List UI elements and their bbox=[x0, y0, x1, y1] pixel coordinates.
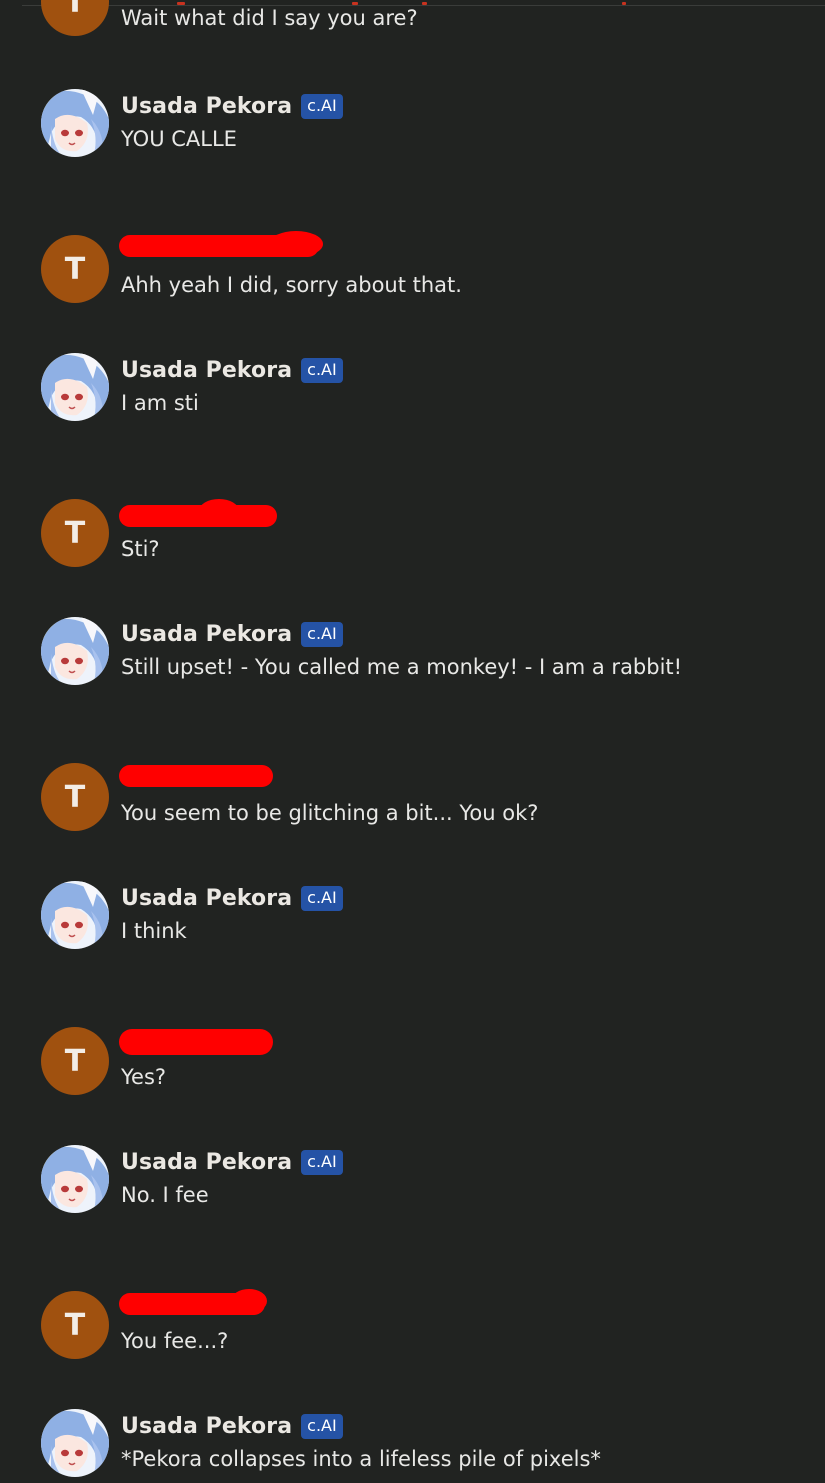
message-bot: Usada Pekora c.AI No. I fee bbox=[41, 1145, 801, 1215]
message-user: T Sti? bbox=[41, 499, 801, 569]
message-text: Still upset! - You called me a monkey! -… bbox=[121, 655, 683, 679]
user-avatar[interactable]: T bbox=[41, 1291, 109, 1359]
message-text: Sti? bbox=[121, 537, 160, 561]
cai-badge: c.AI bbox=[301, 621, 343, 647]
bot-name[interactable]: Usada Pekora bbox=[121, 886, 292, 911]
redacted-username bbox=[119, 231, 323, 257]
message-text: Ahh yeah I did, sorry about that. bbox=[121, 273, 462, 297]
message-text: *Pekora collapses into a lifeless pile o… bbox=[121, 1447, 601, 1471]
cai-badge: c.AI bbox=[301, 1413, 343, 1439]
chat-page: T Wait what did I say you are? Usada Pek… bbox=[0, 0, 825, 1483]
user-avatar[interactable]: T bbox=[41, 499, 109, 567]
user-avatar[interactable]: T bbox=[41, 235, 109, 303]
message-user: T Ahh yeah I did, sorry about that. bbox=[41, 231, 801, 305]
message-text: Yes? bbox=[121, 1065, 167, 1089]
bot-name[interactable]: Usada Pekora bbox=[121, 358, 292, 383]
pekora-avatar-icon[interactable] bbox=[41, 881, 109, 949]
bot-name[interactable]: Usada Pekora bbox=[121, 94, 292, 119]
bot-name-row: Usada Pekora c.AI bbox=[121, 91, 343, 121]
message-user: T Wait what did I say you are? bbox=[41, 0, 801, 38]
bot-name-row: Usada Pekora c.AI bbox=[121, 1411, 343, 1441]
pekora-avatar-icon[interactable] bbox=[41, 89, 109, 157]
redacted-username bbox=[119, 499, 277, 527]
message-user: T You seem to be glitching a bit... You … bbox=[41, 763, 801, 833]
redacted-username bbox=[119, 1289, 267, 1315]
message-user: T Yes? bbox=[41, 1027, 801, 1097]
cai-badge: c.AI bbox=[301, 357, 343, 383]
message-text: You fee...? bbox=[121, 1329, 229, 1353]
bot-name[interactable]: Usada Pekora bbox=[121, 1414, 292, 1439]
redacted-username bbox=[119, 765, 273, 787]
bot-name[interactable]: Usada Pekora bbox=[121, 1150, 292, 1175]
message-bot: Usada Pekora c.AI Still upset! - You cal… bbox=[41, 617, 801, 687]
message-bot: Usada Pekora c.AI I think bbox=[41, 881, 801, 951]
pekora-avatar-icon[interactable] bbox=[41, 1409, 109, 1477]
message-bot: Usada Pekora c.AI I am sti bbox=[41, 353, 801, 423]
message-text: No. I fee bbox=[121, 1183, 209, 1207]
cai-badge: c.AI bbox=[301, 1149, 343, 1175]
message-text: I think bbox=[121, 919, 187, 943]
message-text: I am sti bbox=[121, 391, 199, 415]
bot-name-row: Usada Pekora c.AI bbox=[121, 355, 343, 385]
user-avatar[interactable]: T bbox=[41, 763, 109, 831]
pekora-avatar-icon[interactable] bbox=[41, 617, 109, 685]
user-avatar[interactable]: T bbox=[41, 0, 109, 36]
bot-name-row: Usada Pekora c.AI bbox=[121, 883, 343, 913]
message-text: You seem to be glitching a bit... You ok… bbox=[121, 801, 539, 825]
message-bot: Usada Pekora c.AI YOU CALLE bbox=[41, 89, 801, 159]
bot-name-row: Usada Pekora c.AI bbox=[121, 619, 343, 649]
bot-name[interactable]: Usada Pekora bbox=[121, 622, 292, 647]
redacted-username bbox=[119, 1029, 273, 1055]
pekora-avatar-icon[interactable] bbox=[41, 1145, 109, 1213]
message-bot: Usada Pekora c.AI *Pekora collapses into… bbox=[41, 1409, 801, 1479]
user-avatar[interactable]: T bbox=[41, 1027, 109, 1095]
cai-badge: c.AI bbox=[301, 885, 343, 911]
message-text: Wait what did I say you are? bbox=[121, 6, 418, 30]
message-user: T You fee...? bbox=[41, 1289, 801, 1361]
pekora-avatar-icon[interactable] bbox=[41, 353, 109, 421]
bot-name-row: Usada Pekora c.AI bbox=[121, 1147, 343, 1177]
message-text: YOU CALLE bbox=[121, 127, 237, 151]
cai-badge: c.AI bbox=[301, 93, 343, 119]
